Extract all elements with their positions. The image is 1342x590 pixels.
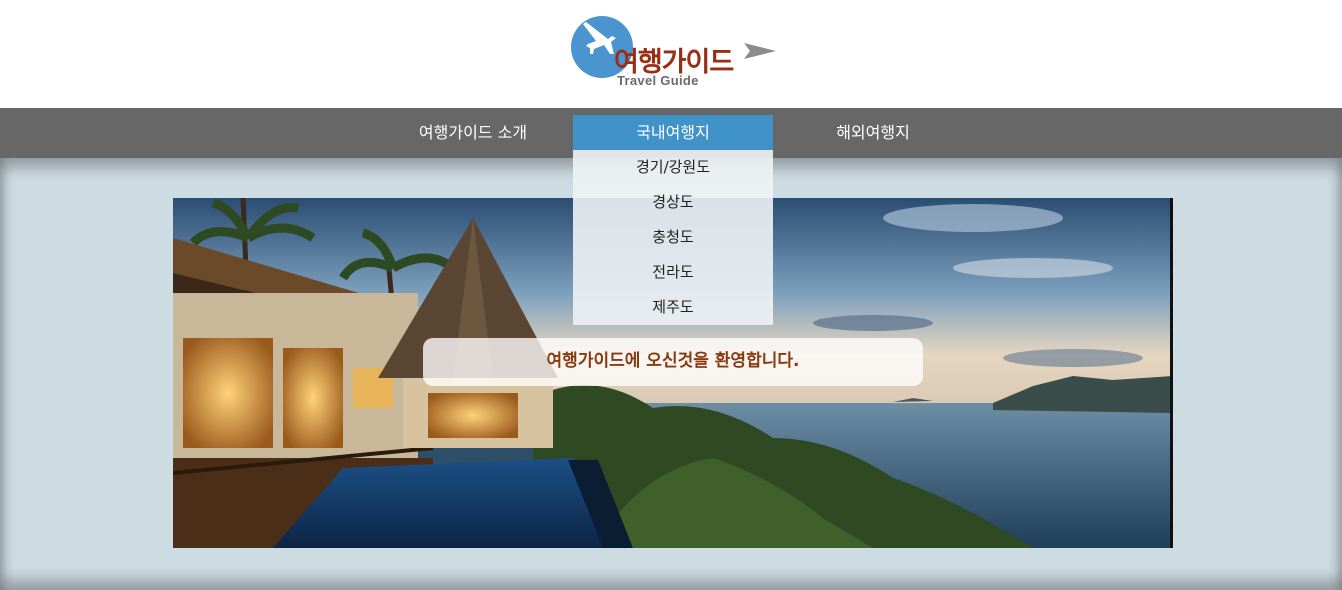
dropdown-item-chungcheong[interactable]: 충청도 xyxy=(573,220,773,255)
welcome-banner: 여행가이드에 오신것을 환영합니다. xyxy=(423,338,923,386)
logo[interactable]: 여행가이드 Travel Guide xyxy=(566,14,781,94)
domestic-dropdown-menu: 경기/강원도 경상도 충청도 전라도 제주도 xyxy=(573,150,773,325)
header: 여행가이드 Travel Guide xyxy=(0,0,1342,108)
dropdown-item-gyeonggi-gangwon[interactable]: 경기/강원도 xyxy=(573,150,773,185)
logo-subtitle: Travel Guide xyxy=(617,73,699,88)
nav-item-domestic[interactable]: 국내여행지 xyxy=(573,115,773,150)
dropdown-item-jeju[interactable]: 제주도 xyxy=(573,290,773,325)
dropdown-item-jeolla[interactable]: 전라도 xyxy=(573,255,773,290)
nav-item-overseas[interactable]: 해외여행지 xyxy=(773,115,973,150)
dropdown-item-gyeongsang[interactable]: 경상도 xyxy=(573,185,773,220)
nav-item-intro[interactable]: 여행가이드 소개 xyxy=(373,115,573,150)
